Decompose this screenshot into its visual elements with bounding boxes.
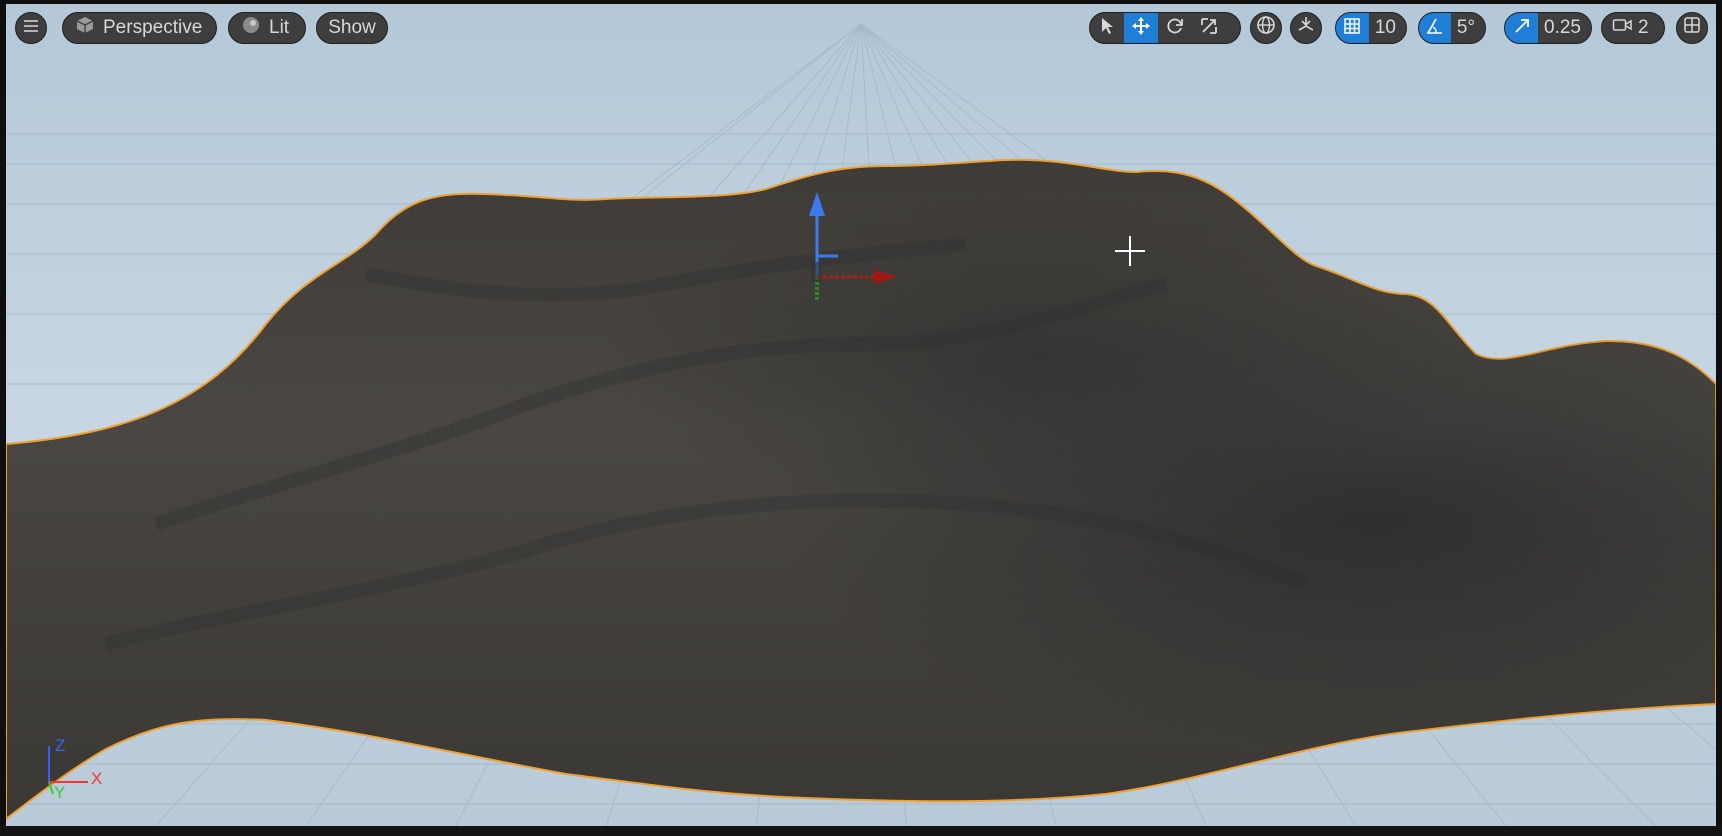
rotate-tool-button[interactable] (1158, 13, 1192, 43)
scale-snap-toggle[interactable] (1505, 13, 1539, 43)
angle-icon (1426, 17, 1444, 40)
grid-snap-value[interactable]: 10 (1369, 17, 1406, 39)
scale-arrow-icon (1513, 17, 1531, 40)
scale-snap-value[interactable]: 0.25 (1538, 17, 1591, 39)
scale-snap-group[interactable]: 0.25 (1504, 12, 1592, 44)
axis-label-y: Y (54, 783, 66, 802)
rotation-snap-group[interactable]: 5° (1418, 12, 1486, 44)
viewport-scene[interactable] (6, 4, 1716, 826)
axis-label-x: X (91, 769, 103, 788)
grid-snap-group[interactable]: 10 (1335, 12, 1407, 44)
coordinate-system-button[interactable] (1250, 12, 1282, 44)
rotation-snap-toggle[interactable] (1419, 13, 1451, 43)
cursor-arrow-icon (1099, 17, 1115, 40)
lighting-mode-button[interactable]: Lit (228, 12, 306, 44)
scale-tool-button[interactable] (1192, 13, 1226, 43)
show-menu-label: Show (328, 17, 376, 38)
rotate-icon (1165, 16, 1185, 41)
surface-snapping-button[interactable] (1290, 12, 1322, 44)
move-arrows-icon (1131, 16, 1151, 41)
camera-speed-value: 2 (1638, 17, 1649, 38)
camera-icon (1612, 17, 1632, 39)
view-mode-button[interactable]: Perspective (62, 12, 217, 44)
view-mode-label: Perspective (103, 17, 203, 38)
viewport-bottom-border (0, 826, 1722, 836)
camera-speed-button[interactable]: 2 (1601, 12, 1665, 44)
sphere-icon (241, 15, 261, 41)
rotation-snap-value[interactable]: 5° (1451, 17, 1485, 39)
surface-snap-icon (1296, 15, 1316, 41)
show-menu-button[interactable]: Show (316, 12, 388, 44)
translate-tool-button[interactable] (1124, 13, 1158, 43)
transform-tools-group (1089, 12, 1241, 44)
hamburger-icon (23, 17, 39, 39)
scale-icon (1199, 16, 1219, 41)
cube-icon (75, 15, 95, 41)
grid-snap-toggle[interactable] (1336, 13, 1369, 43)
globe-icon (1256, 15, 1276, 41)
grid-icon (1343, 17, 1361, 40)
viewport-layout-button[interactable] (1676, 12, 1708, 44)
landscape-render[interactable] (6, 4, 1716, 826)
viewport-layout-icon (1683, 16, 1701, 40)
select-tool-button[interactable] (1090, 13, 1124, 43)
lighting-mode-label: Lit (269, 17, 290, 38)
level-viewport[interactable]: Z X Y Perspective Lit Show 10 5° 0.25 2 (0, 0, 1722, 836)
viewport-menu-button[interactable] (15, 12, 47, 44)
axis-label-z: Z (55, 736, 66, 755)
